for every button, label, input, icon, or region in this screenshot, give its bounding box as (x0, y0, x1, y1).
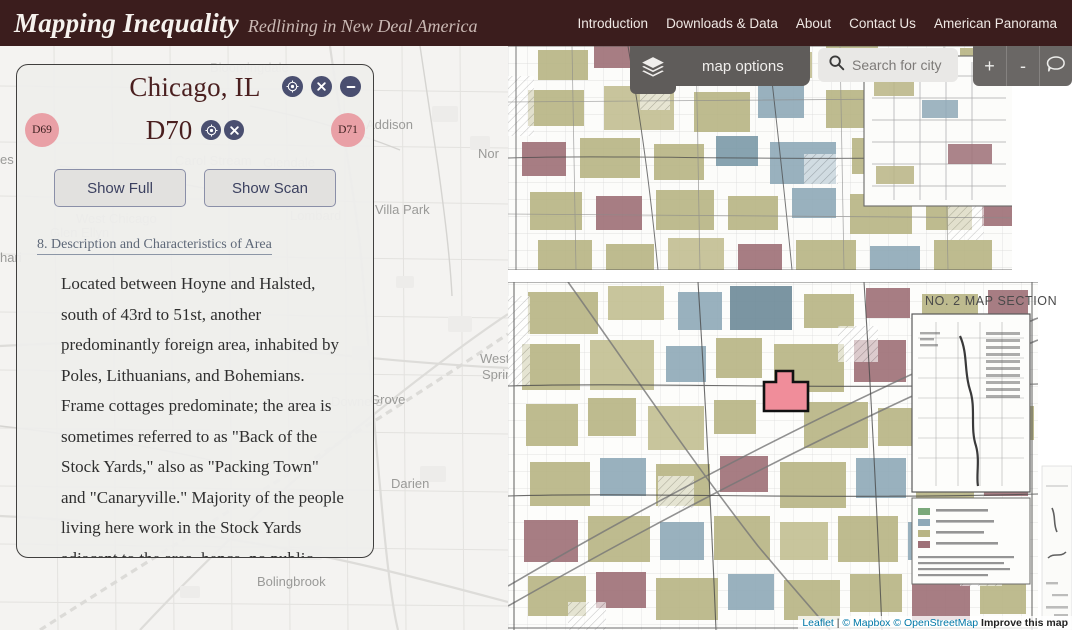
search-city-box[interactable]: Search for city (818, 48, 958, 82)
zoom-controls: + - (973, 46, 1072, 86)
attribution-osm[interactable]: © OpenStreetMap (893, 617, 978, 629)
panel-window-controls (282, 76, 361, 97)
site-header: Mapping Inequality Redlining in New Deal… (0, 0, 1072, 46)
holc-map-scan (508, 46, 1072, 630)
main-nav: Introduction Downloads & Data About Cont… (569, 16, 1072, 31)
map-options-button[interactable]: map options (676, 46, 810, 86)
search-icon (828, 54, 845, 76)
prev-area-button[interactable]: D69 (25, 113, 59, 147)
area-id-row: D69 D70 D71 (17, 103, 373, 157)
area-target-icon[interactable] (201, 120, 222, 140)
zoom-out-button[interactable]: - (1006, 46, 1039, 86)
area-description-text: Located between Hoyne and Halsted, south… (61, 274, 344, 558)
show-full-button[interactable]: Show Full (54, 169, 186, 207)
description-section-heading: 8. Description and Characteristics of Ar… (37, 237, 272, 255)
panel-action-buttons: Show Full Show Scan (17, 169, 373, 207)
nav-item-contact-us[interactable]: Contact Us (840, 16, 925, 31)
target-icon[interactable] (282, 76, 303, 97)
close-icon[interactable] (311, 76, 332, 97)
nav-item-american-panorama[interactable]: American Panorama (925, 16, 1066, 31)
layers-stack-icon (640, 55, 666, 86)
area-info-panel: Chicago, IL D69 D70 D71 Show Full Show S… (16, 64, 374, 558)
zoom-in-button[interactable]: + (973, 46, 1006, 86)
nav-item-downloads-data[interactable]: Downloads & Data (657, 16, 787, 31)
nav-item-introduction[interactable]: Introduction (569, 16, 658, 31)
search-input[interactable]: Search for city (852, 57, 941, 73)
brand[interactable]: Mapping Inequality Redlining in New Deal… (0, 8, 478, 39)
attribution-leaflet[interactable]: Leaflet (802, 617, 834, 629)
brand-subtitle: Redlining in New Deal America (247, 15, 478, 36)
layers-button[interactable] (630, 46, 676, 94)
show-scan-button[interactable]: Show Scan (204, 169, 336, 207)
attribution-mapbox[interactable]: © Mapbox (842, 617, 890, 629)
nav-item-about[interactable]: About (787, 16, 840, 31)
attribution-improve[interactable]: Improve this map (981, 617, 1068, 629)
lasso-select-icon (1046, 55, 1066, 78)
next-area-button[interactable]: D71 (331, 113, 365, 147)
map-attribution: Leaflet | © Mapbox © OpenStreetMap Impro… (798, 616, 1072, 630)
area-close-icon[interactable] (224, 120, 245, 140)
map-section-title: NO. 2 MAP SECTION (925, 294, 1058, 308)
brand-title: Mapping Inequality (14, 7, 239, 38)
lasso-select-button[interactable] (1039, 46, 1072, 86)
area-id-label: D70 (145, 114, 193, 145)
app-root: Mapping Inequality Redlining in New Deal… (0, 0, 1072, 630)
minimize-icon[interactable] (340, 76, 361, 97)
holc-map[interactable]: NO. 2 MAP SECTION map options Search for… (508, 46, 1072, 630)
